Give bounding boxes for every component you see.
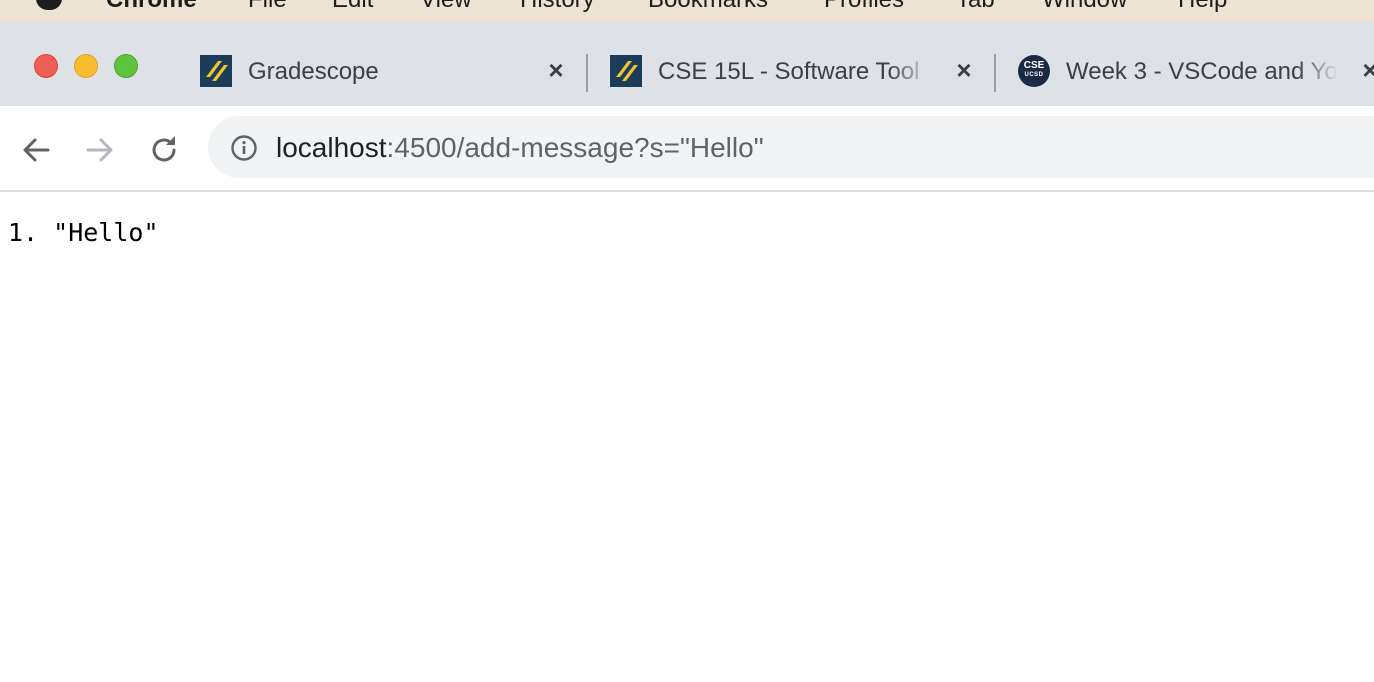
tab-title: Week 3 - VSCode and Yo	[1066, 58, 1338, 85]
close-window-button[interactable]	[34, 54, 58, 78]
forward-arrow-icon[interactable]	[80, 130, 120, 170]
url-text[interactable]: localhost:4500/add-message?s="Hello"	[276, 132, 764, 164]
message-line: 1. "Hello"	[8, 218, 159, 247]
tab-separator	[586, 54, 588, 92]
minimize-window-button[interactable]	[74, 54, 98, 78]
tab-title: Gradescope	[248, 58, 379, 85]
address-bar[interactable]: localhost:4500/add-message?s="Hello"	[208, 116, 1374, 178]
close-tab-icon[interactable]: ×	[952, 57, 976, 83]
cse-ucsd-icon: CSE UCSD	[1018, 55, 1050, 87]
menu-window[interactable]: Window	[1042, 0, 1127, 14]
macos-menu-bar: Chrome File Edit View History Bookmarks …	[0, 0, 1374, 23]
tab-strip: Gradescope × CSE 15L - Software Tool × C…	[0, 22, 1374, 106]
menu-help[interactable]: Help	[1178, 0, 1227, 14]
tab-week3[interactable]: CSE UCSD Week 3 - VSCode and Yo ×	[1018, 46, 1374, 96]
tab-separator	[994, 54, 996, 92]
browser-toolbar: localhost:4500/add-message?s="Hello"	[0, 106, 1374, 192]
tab-cse15l[interactable]: CSE 15L - Software Tool ×	[610, 46, 986, 96]
page-content: 1. "Hello"	[0, 192, 1374, 682]
menu-profiles[interactable]: Profiles	[824, 0, 904, 14]
url-path: :4500/add-message?s="Hello"	[386, 132, 764, 163]
close-tab-icon[interactable]: ×	[1358, 57, 1374, 83]
apple-logo-icon[interactable]	[36, 0, 62, 10]
menu-file[interactable]: File	[248, 0, 287, 14]
reload-icon[interactable]	[144, 130, 184, 170]
menu-app-name[interactable]: Chrome	[106, 0, 197, 14]
fullscreen-window-button[interactable]	[114, 54, 138, 78]
close-tab-icon[interactable]: ×	[544, 57, 568, 83]
tab-gradescope[interactable]: Gradescope ×	[200, 46, 576, 96]
info-icon[interactable]	[230, 134, 258, 162]
menu-tab[interactable]: Tab	[956, 0, 995, 14]
url-host: localhost	[276, 132, 387, 163]
back-arrow-icon[interactable]	[16, 130, 56, 170]
menu-view[interactable]: View	[420, 0, 472, 14]
menu-bookmarks[interactable]: Bookmarks	[648, 0, 768, 14]
gradescope-icon	[200, 55, 232, 87]
menu-history[interactable]: History	[520, 0, 595, 14]
gradescope-icon	[610, 55, 642, 87]
menu-edit[interactable]: Edit	[332, 0, 373, 14]
tab-title: CSE 15L - Software Tool	[658, 58, 920, 85]
